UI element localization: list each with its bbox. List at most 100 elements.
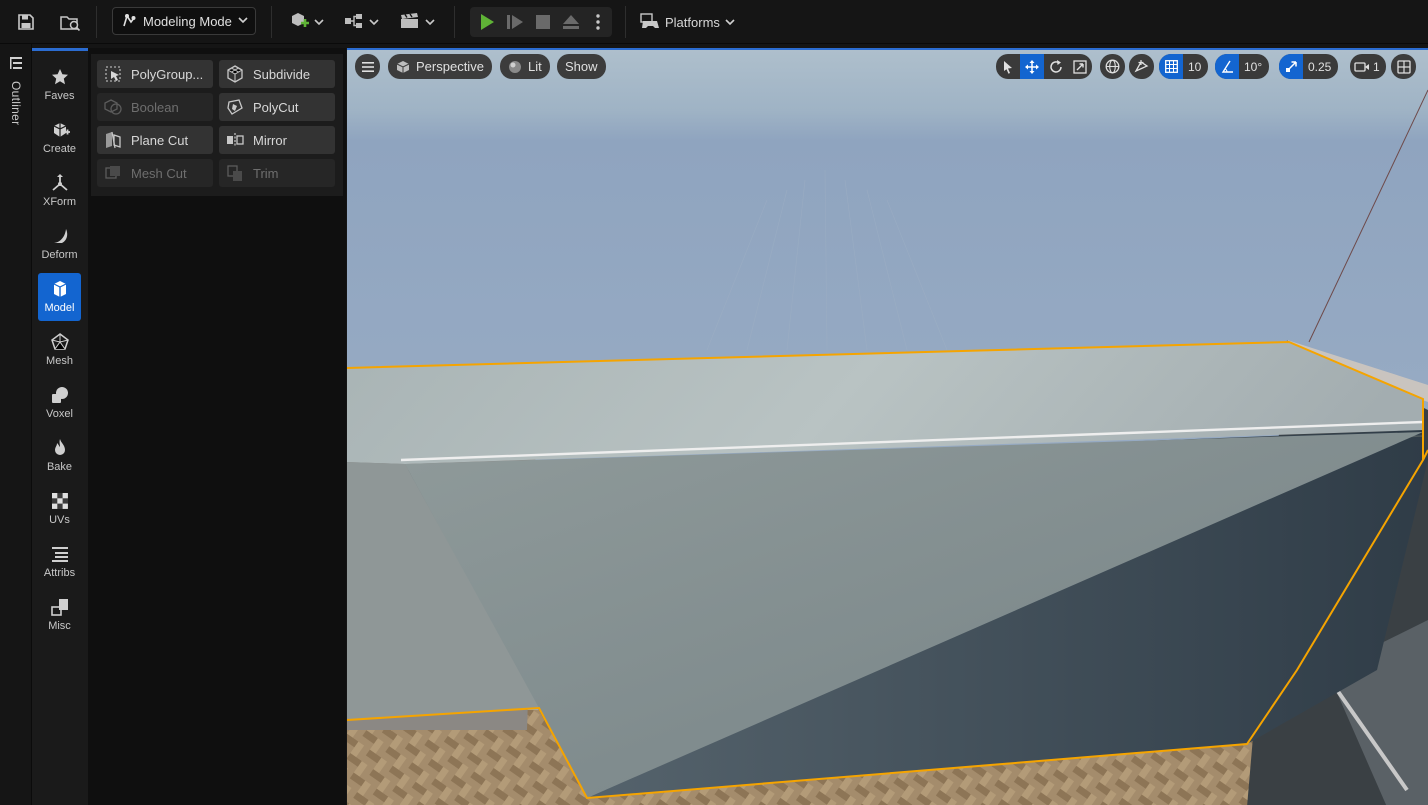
tool-plane-cut[interactable]: Plane Cut [97, 126, 213, 154]
chevron-down-icon [238, 16, 248, 27]
hamburger-icon [361, 61, 374, 72]
surface-snapping-button[interactable] [1129, 54, 1154, 79]
stop-icon[interactable] [532, 8, 554, 36]
platforms-button[interactable]: Platforms [640, 8, 735, 36]
sphere-icon [509, 60, 521, 73]
gamepad-icon [640, 12, 660, 33]
show-label: Show [565, 59, 598, 74]
transform-tools-group [996, 54, 1092, 79]
scene-render[interactable] [347, 50, 1428, 805]
angle-snap-icon[interactable] [1215, 54, 1239, 79]
separator [454, 6, 455, 38]
globe-icon [1105, 59, 1120, 74]
more-options-icon[interactable] [590, 8, 606, 36]
polycut-icon [225, 97, 245, 117]
rotate-icon[interactable] [1044, 54, 1068, 79]
select-icon[interactable] [996, 54, 1020, 79]
scale-icon[interactable] [1068, 54, 1092, 79]
tool-mirror[interactable]: Mirror [219, 126, 335, 154]
world-space-button[interactable] [1100, 54, 1125, 79]
category-deform[interactable]: Deform [38, 220, 81, 268]
flame-icon [51, 436, 69, 460]
content-browser-icon[interactable] [57, 8, 83, 36]
category-mesh[interactable]: Mesh [38, 326, 81, 374]
outliner-label: Outliner [9, 81, 23, 126]
tool-polycut[interactable]: PolyCut [219, 93, 335, 121]
boolean-icon [103, 97, 123, 117]
blueprint-icon [343, 12, 365, 33]
play-icon[interactable] [476, 8, 498, 36]
grid-snap-group[interactable]: 10 [1159, 54, 1209, 79]
modeling-categories: Faves Create XForm Deform Model Mesh Vox… [32, 48, 88, 805]
chevron-down-icon [725, 19, 735, 26]
mesh-icon [50, 330, 70, 354]
separator [271, 6, 272, 38]
tool-panel: PolyGroup... Subdivide Boolean PolyCut P… [88, 48, 346, 805]
blueprint-button[interactable] [341, 8, 381, 36]
checker-icon [51, 489, 69, 513]
level-viewport[interactable]: Perspective Lit Show 10 10° 0.25 1 [347, 48, 1428, 805]
tool-polygroup-edit[interactable]: PolyGroup... [97, 60, 213, 88]
platforms-label: Platforms [665, 14, 720, 30]
outliner-icon [9, 56, 23, 75]
eject-icon[interactable] [560, 8, 582, 36]
clapperboard-icon [399, 12, 421, 33]
tool-boolean[interactable]: Boolean [97, 93, 213, 121]
translate-icon[interactable] [1020, 54, 1044, 79]
model-icon [50, 277, 70, 301]
tool-trim[interactable]: Trim [219, 159, 335, 187]
cube-icon [396, 60, 410, 73]
scale-snap-icon[interactable] [1279, 54, 1303, 79]
separator [625, 6, 626, 38]
camera-icon [1354, 61, 1369, 72]
misc-icon [50, 595, 70, 619]
save-icon[interactable] [14, 8, 38, 36]
outliner-tab[interactable]: Outliner [5, 56, 27, 125]
surface-snap-icon [1134, 60, 1149, 73]
xform-icon [50, 171, 70, 195]
category-voxel[interactable]: Voxel [38, 379, 81, 427]
plane-cut-icon [103, 130, 123, 150]
list-icon [51, 542, 69, 566]
grid-snap-value[interactable]: 10 [1183, 60, 1208, 74]
rotation-snap-value[interactable]: 10° [1239, 60, 1269, 74]
camera-speed-button[interactable]: 1 [1350, 54, 1386, 79]
star-icon [51, 65, 69, 89]
camera-speed-value: 1 [1373, 59, 1380, 74]
mode-selector-button[interactable]: Modeling Mode [112, 7, 256, 35]
tool-subdivide[interactable]: Subdivide [219, 60, 335, 88]
polygroup-edit-icon [103, 64, 123, 84]
chevron-down-icon [314, 19, 324, 26]
unreal-editor-window: Modeling Mode Platforms Outliner Faves C… [0, 0, 1428, 805]
viewport-layout-button[interactable] [1391, 54, 1416, 79]
create-icon [50, 118, 70, 142]
play-controls [470, 7, 612, 37]
separator [96, 6, 97, 38]
add-actor-button[interactable] [286, 8, 326, 36]
scale-snap-value[interactable]: 0.25 [1303, 60, 1338, 74]
grid-snap-icon[interactable] [1159, 54, 1183, 79]
modeling-mode-icon [121, 12, 137, 31]
layout-grid-icon [1396, 59, 1411, 74]
perspective-button[interactable]: Perspective [388, 54, 492, 79]
mode-label: Modeling Mode [143, 13, 232, 29]
perspective-label: Perspective [416, 59, 484, 74]
advance-frame-icon[interactable] [504, 8, 526, 36]
category-create[interactable]: Create [38, 114, 81, 162]
scale-snap-group[interactable]: 0.25 [1279, 54, 1339, 79]
viewport-menu-button[interactable] [355, 54, 380, 79]
trim-icon [225, 163, 245, 183]
cinematics-button[interactable] [396, 8, 438, 36]
category-misc[interactable]: Misc [38, 591, 81, 639]
category-model[interactable]: Model [38, 273, 81, 321]
tool-mesh-cut[interactable]: Mesh Cut [97, 159, 213, 187]
category-xform[interactable]: XForm [38, 167, 81, 215]
category-attribs[interactable]: Attribs [38, 538, 81, 586]
category-bake[interactable]: Bake [38, 432, 81, 480]
category-uvs[interactable]: UVs [38, 485, 81, 533]
category-faves[interactable]: Faves [38, 61, 81, 109]
show-button[interactable]: Show [557, 54, 606, 79]
rotation-snap-group[interactable]: 10° [1215, 54, 1270, 79]
deform-icon [50, 224, 70, 248]
lit-button[interactable]: Lit [500, 54, 550, 79]
